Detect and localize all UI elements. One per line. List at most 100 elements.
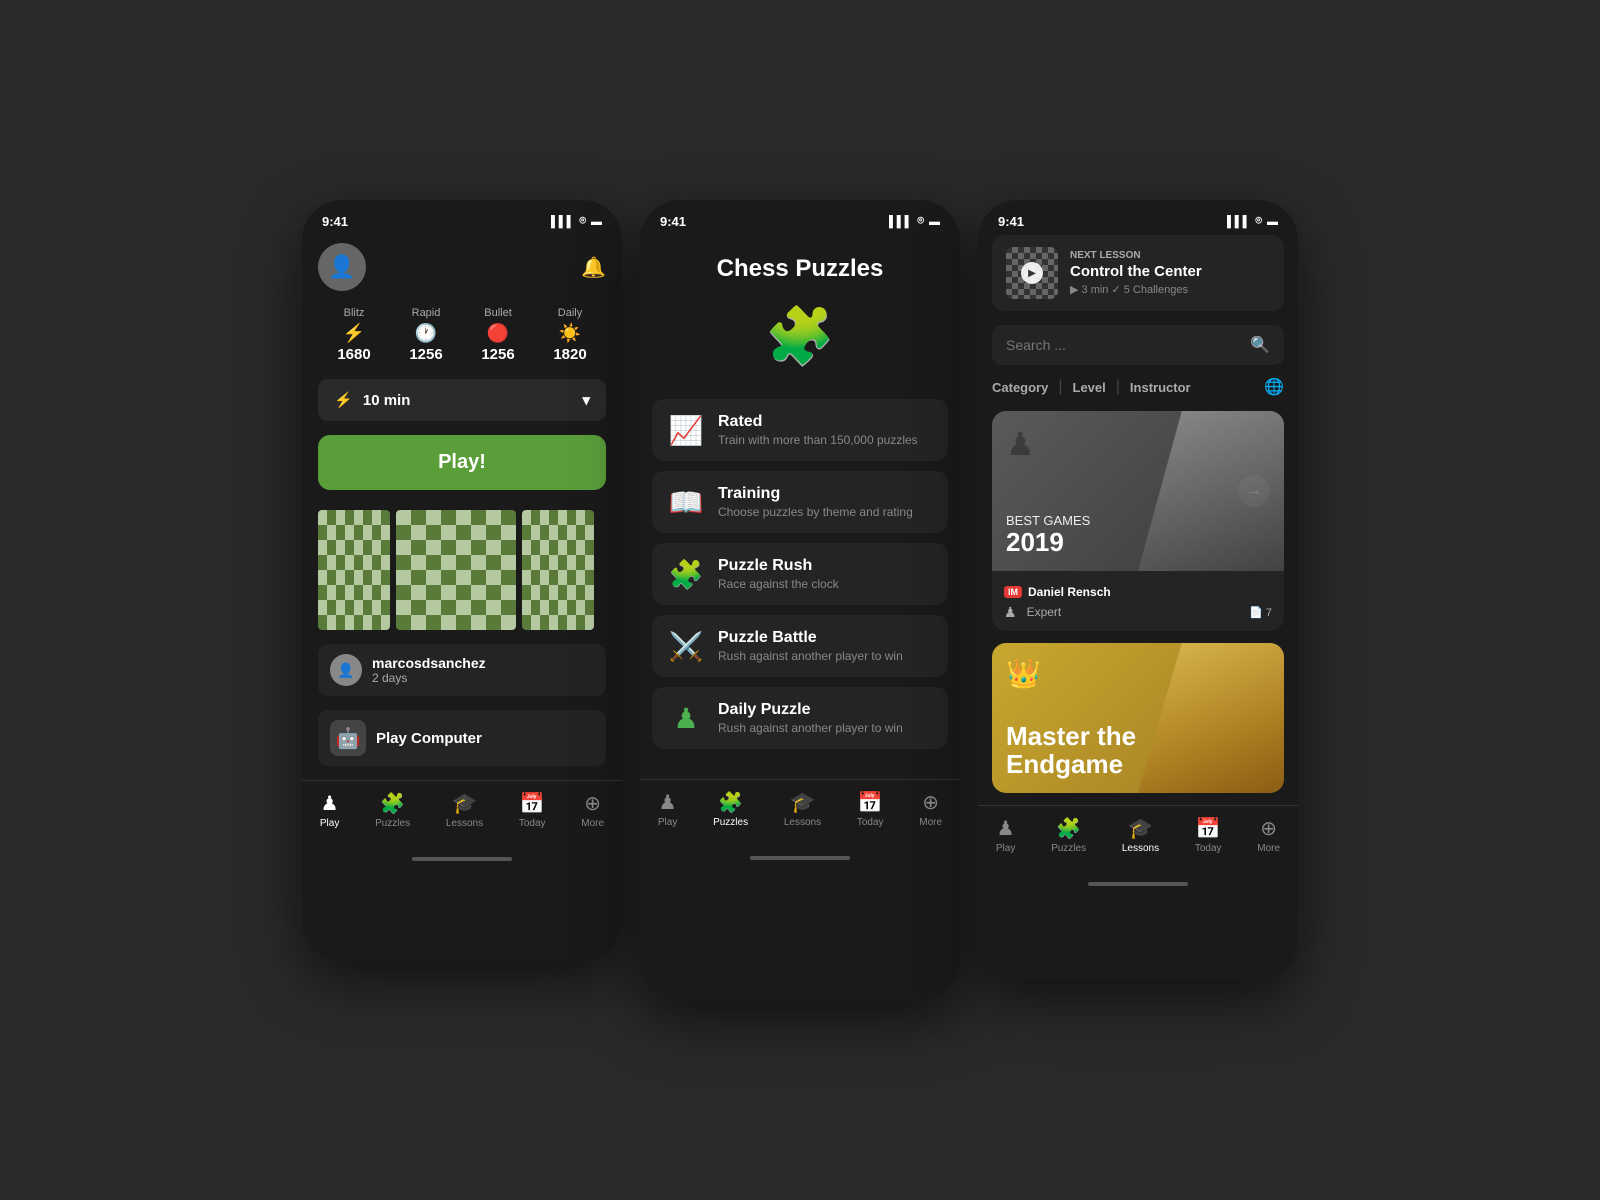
- status-icons-center: ▌▌▌ ⌾ ▬: [889, 215, 940, 228]
- filter-category[interactable]: Category: [992, 380, 1048, 395]
- rush-icon: 🧩: [668, 558, 704, 591]
- person-image-grey: [1138, 411, 1284, 571]
- puzzle-icon-big: 🧩: [656, 303, 944, 369]
- lessons-count-best: 📄 7: [1249, 603, 1272, 621]
- wifi-left: ⌾: [579, 215, 586, 228]
- nav-lessons-center[interactable]: 🎓 Lessons: [784, 790, 821, 828]
- battery-right: ▬: [1267, 216, 1278, 228]
- play-computer-row[interactable]: 🤖 Play Computer: [318, 710, 606, 766]
- puzzle-item-rush[interactable]: 🧩 Puzzle Rush Race against the clock: [652, 543, 948, 605]
- today-nav-icon: 📅: [519, 791, 546, 816]
- status-icons-left: ▌▌▌ ⌾ ▬: [551, 215, 602, 228]
- time-selector[interactable]: ⚡ 10 min ▾: [318, 379, 606, 421]
- nav-play-right[interactable]: ♟ Play: [996, 816, 1015, 854]
- chess-board-3: [522, 510, 594, 630]
- puzzle-item-training[interactable]: 📖 Training Choose puzzles by theme and r…: [652, 471, 948, 533]
- nav-lessons-left[interactable]: 🎓 Lessons: [446, 791, 483, 829]
- rapid-icon: 🕐: [409, 323, 442, 344]
- bell-icon[interactable]: 🔔: [581, 255, 606, 280]
- person-image-gold: [1138, 643, 1284, 793]
- filter-instructor[interactable]: Instructor: [1130, 380, 1191, 395]
- puzzle-item-daily[interactable]: ♟ Daily Puzzle Rush against another play…: [652, 687, 948, 749]
- puzzle-item-battle[interactable]: ⚔️ Puzzle Battle Rush against another pl…: [652, 615, 948, 677]
- time-control-label: ⚡ 10 min: [334, 391, 410, 409]
- profile-row: 👤 🔔: [318, 235, 606, 307]
- rating-daily: Daily ☀️ 1820: [553, 307, 586, 363]
- home-indicator-right: [978, 874, 1298, 890]
- card-text-gold: Master theEndgame: [1006, 722, 1136, 779]
- play-computer-label: Play Computer: [376, 730, 482, 747]
- wifi-right: ⌾: [1255, 215, 1262, 228]
- today-nav-icon-c: 📅: [857, 790, 884, 815]
- status-bar-center: 9:41 ▌▌▌ ⌾ ▬: [640, 200, 960, 235]
- puzzle-item-rated[interactable]: 📈 Rated Train with more than 150,000 puz…: [652, 399, 948, 461]
- nav-puzzles-left[interactable]: 🧩 Puzzles: [375, 791, 410, 829]
- blitz-icon: ⚡: [337, 323, 370, 344]
- search-bar[interactable]: 🔍: [992, 325, 1284, 365]
- lessons-nav-icon: 🎓: [446, 791, 483, 816]
- today-nav-icon-r: 📅: [1195, 816, 1222, 841]
- nav-today-left[interactable]: 📅 Today: [519, 791, 546, 829]
- time-right: 9:41: [998, 214, 1024, 229]
- bottom-nav-left: ♟ Play 🧩 Puzzles 🎓 Lessons 📅 Today ⊕ Mor…: [302, 780, 622, 849]
- nav-today-center[interactable]: 📅 Today: [857, 790, 884, 828]
- bullet-icon: 🔴: [481, 323, 514, 344]
- nav-more-center[interactable]: ⊕ More: [919, 790, 942, 828]
- lesson-thumb: ▶: [1006, 247, 1058, 299]
- puzzle-list: 📈 Rated Train with more than 150,000 puz…: [640, 399, 960, 749]
- signal-right: ▌▌▌: [1227, 216, 1250, 228]
- filter-level[interactable]: Level: [1073, 380, 1106, 395]
- left-content: 👤 🔔 Blitz ⚡ 1680 Rapid 🕐 1256 Bullet 🔴: [302, 235, 622, 766]
- lesson-card-endgame[interactable]: 👑 Master theEndgame: [992, 643, 1284, 793]
- chess-board-1: [318, 510, 390, 630]
- lesson-card-best-games[interactable]: ♟ BEST GAMES 2019 → IM Daniel Rensch: [992, 411, 1284, 631]
- home-indicator-center: [640, 848, 960, 864]
- rating-blitz: Blitz ⚡ 1680: [337, 307, 370, 363]
- card-meta-grey: IM Daniel Rensch ♟ Expert 📄 7: [992, 571, 1284, 631]
- rating-bullet: Bullet 🔴 1256: [481, 307, 514, 363]
- battle-icon: ⚔️: [668, 630, 704, 663]
- nav-more-left[interactable]: ⊕ More: [581, 791, 604, 829]
- training-icon: 📖: [668, 486, 704, 519]
- nav-play-center[interactable]: ♟ Play: [658, 790, 677, 828]
- boards-row: [318, 510, 606, 630]
- instructor-row-best: IM Daniel Rensch: [1004, 585, 1272, 599]
- time-center: 9:41: [660, 214, 686, 229]
- more-nav-icon: ⊕: [581, 791, 604, 816]
- nav-lessons-right[interactable]: 🎓 Lessons: [1122, 816, 1159, 854]
- avatar[interactable]: 👤: [318, 243, 366, 291]
- chess-logo-overlay: ♟: [1006, 425, 1035, 463]
- instructor-level-best: Expert: [1027, 605, 1062, 619]
- lesson-play-btn[interactable]: ▶: [1021, 262, 1043, 284]
- puzzles-nav-icon-c: 🧩: [713, 790, 748, 815]
- search-icon: 🔍: [1250, 335, 1270, 355]
- lightning-icon: ⚡: [334, 392, 353, 409]
- home-indicator-left: [302, 849, 622, 865]
- bottom-nav-center: ♟ Play 🧩 Puzzles 🎓 Lessons 📅 Today ⊕ Mor…: [640, 779, 960, 848]
- nav-puzzles-center[interactable]: 🧩 Puzzles: [713, 790, 748, 828]
- next-lesson-meta: ▶ 3 min ✓ 5 Challenges: [1070, 283, 1202, 296]
- crown-icon: 👑: [1006, 657, 1041, 690]
- battery-center: ▬: [929, 216, 940, 228]
- nav-today-right[interactable]: 📅 Today: [1195, 816, 1222, 854]
- right-content: ▶ NEXT LESSON Control the Center ▶ 3 min…: [978, 235, 1298, 793]
- opponent-avatar: 👤: [330, 654, 362, 686]
- nav-puzzles-right[interactable]: 🧩 Puzzles: [1051, 816, 1086, 854]
- opponent-row[interactable]: 👤 marcosdsanchez 2 days: [318, 644, 606, 696]
- nav-play-left[interactable]: ♟ Play: [320, 791, 339, 829]
- next-lesson-card[interactable]: ▶ NEXT LESSON Control the Center ▶ 3 min…: [992, 235, 1284, 311]
- center-header: Chess Puzzles 🧩: [640, 235, 960, 399]
- card-subtitle-best: BEST GAMES: [1006, 513, 1090, 528]
- nav-more-right[interactable]: ⊕ More: [1257, 816, 1280, 854]
- instructor-name-best: Daniel Rensch: [1028, 585, 1111, 599]
- battery-left: ▬: [591, 216, 602, 228]
- card-text-grey: BEST GAMES 2019: [1006, 513, 1090, 557]
- play-button[interactable]: Play!: [318, 435, 606, 490]
- wifi-center: ⌾: [917, 215, 924, 228]
- robot-icon: 🤖: [330, 720, 366, 756]
- search-input[interactable]: [1006, 337, 1242, 353]
- signal-center: ▌▌▌: [889, 216, 912, 228]
- more-nav-icon-r: ⊕: [1257, 816, 1280, 841]
- puzzles-nav-icon-r: 🧩: [1051, 816, 1086, 841]
- globe-icon[interactable]: 🌐: [1264, 377, 1284, 397]
